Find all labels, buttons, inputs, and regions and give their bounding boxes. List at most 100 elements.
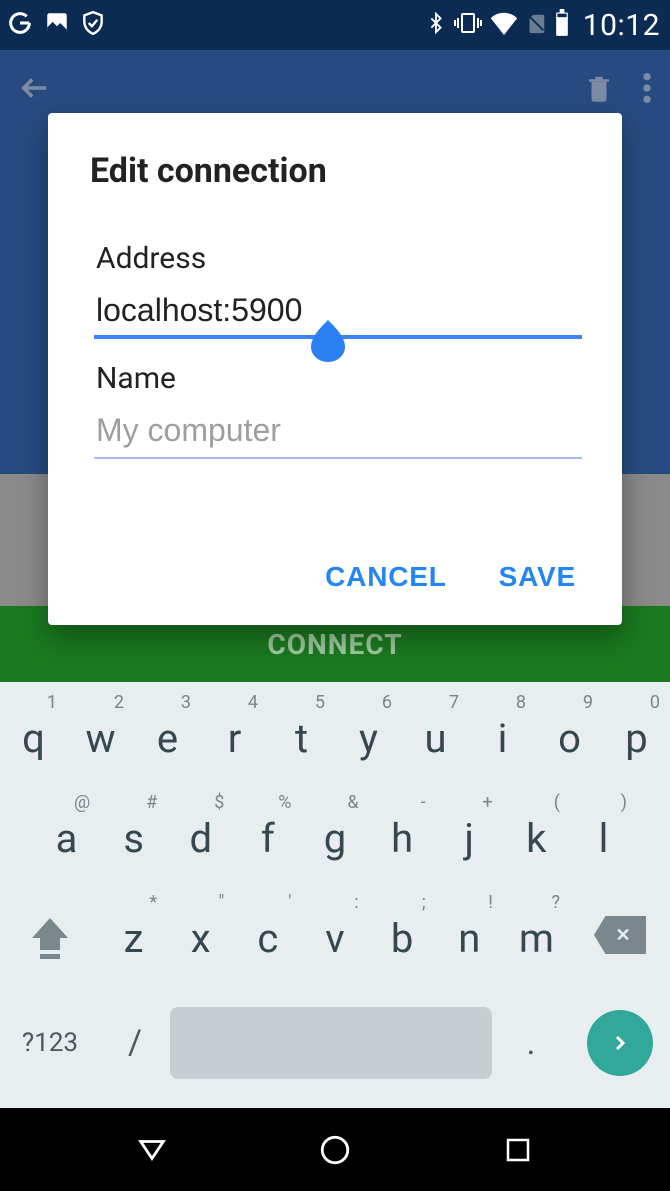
key-hint: 1 [47,692,57,713]
navigation-bar [0,1108,670,1191]
key-c[interactable]: 'c [234,888,301,988]
key-s[interactable]: #s [100,788,167,888]
key-main: s [123,815,144,862]
key-b[interactable]: ;b [369,888,436,988]
trash-icon[interactable] [584,71,614,109]
key-main: d [189,815,212,862]
nav-home-button[interactable] [315,1130,355,1170]
back-arrow-icon[interactable] [18,71,52,109]
address-field-wrap [96,288,580,339]
key-r[interactable]: 4r [201,688,268,788]
enter-circle [587,1010,653,1076]
key-l[interactable]: )l [570,788,637,888]
overflow-menu-icon[interactable] [642,71,652,109]
wifi-icon [489,11,519,39]
vibrate-icon [453,10,483,40]
key-hint: @ [74,792,90,813]
key-hint: ' [288,892,291,913]
key-hint: " [219,892,225,913]
key-main: q [22,715,45,762]
status-time: 10:12 [583,8,660,43]
key-main: t [295,715,308,762]
key-x[interactable]: "x [167,888,234,988]
key-main: m [519,915,554,962]
connect-label: CONNECT [267,628,402,661]
key-hint: $ [214,792,224,813]
key-a[interactable]: @a [33,788,100,888]
key-hint: 6 [382,692,392,713]
key-hint: - [421,792,426,813]
edit-connection-dialog: Edit connection Address Name CANCEL SAVE [48,113,622,625]
key-hint: + [483,792,493,813]
shift-key[interactable] [0,888,100,988]
key-hint: # [146,792,157,813]
key-k[interactable]: (k [503,788,570,888]
symbols-key[interactable]: ?123 [0,988,100,1098]
key-f[interactable]: %f [234,788,301,888]
name-field-wrap [96,408,580,459]
key-w[interactable]: 2w [67,688,134,788]
period-key[interactable]: . [492,988,570,1098]
key-hint: ) [621,792,627,813]
key-j[interactable]: +j [436,788,503,888]
key-main: a [56,815,78,862]
key-hint: ? [551,892,560,913]
key-hint: : [354,892,358,913]
cancel-button[interactable]: CANCEL [325,561,446,593]
battery-icon [553,9,571,41]
key-main: w [85,715,115,762]
key-hint: ( [554,792,560,813]
bluetooth-icon [425,9,447,41]
key-main: i [498,715,508,762]
key-main: f [261,815,275,862]
slash-key[interactable]: / [100,988,170,1098]
name-underline [94,457,582,459]
key-hint: 7 [449,692,459,713]
key-o[interactable]: 9o [536,688,603,788]
key-z[interactable]: *z [100,888,167,988]
key-d[interactable]: $d [167,788,234,888]
key-h[interactable]: -h [369,788,436,888]
key-p[interactable]: 0p [603,688,670,788]
nav-back-button[interactable] [132,1130,172,1170]
key-n[interactable]: !n [436,888,503,988]
save-button[interactable]: SAVE [499,561,576,593]
key-i[interactable]: 8i [469,688,536,788]
nav-recents-button[interactable] [498,1130,538,1170]
photos-icon [44,10,70,40]
key-main: p [625,715,647,762]
key-main: g [324,815,346,862]
space-key[interactable] [170,988,492,1098]
soft-keyboard: 1q2w3e4r5t6y7u8i9o0p @a#s$d%f&g-h+j(k)l … [0,682,670,1108]
key-u[interactable]: 7u [402,688,469,788]
key-main: z [124,915,144,962]
key-hint: 8 [516,692,526,713]
key-main: n [458,915,480,962]
key-hint: 3 [181,692,191,713]
key-main: u [424,715,446,762]
enter-key[interactable] [570,988,670,1098]
key-q[interactable]: 1q [0,688,67,788]
text-cursor-handle-icon[interactable] [311,320,345,362]
key-main: b [391,915,413,962]
key-main: x [191,915,211,962]
backspace-key[interactable] [570,888,670,988]
key-main: h [391,815,413,862]
key-m[interactable]: ?m [503,888,570,988]
key-main: e [157,715,178,762]
key-hint: % [278,792,291,813]
name-input[interactable] [96,408,580,459]
key-e[interactable]: 3e [134,688,201,788]
no-sim-icon [525,10,547,40]
space-bar [170,1007,492,1079]
status-bar: 10:12 [0,0,670,50]
play-protect-icon [80,10,106,40]
key-main: o [558,715,581,762]
key-y[interactable]: 6y [335,688,402,788]
key-t[interactable]: 5t [268,688,335,788]
name-label: Name [96,361,580,396]
google-g-icon [6,9,34,41]
key-g[interactable]: &g [301,788,368,888]
key-v[interactable]: :v [301,888,368,988]
key-main: v [325,915,344,962]
